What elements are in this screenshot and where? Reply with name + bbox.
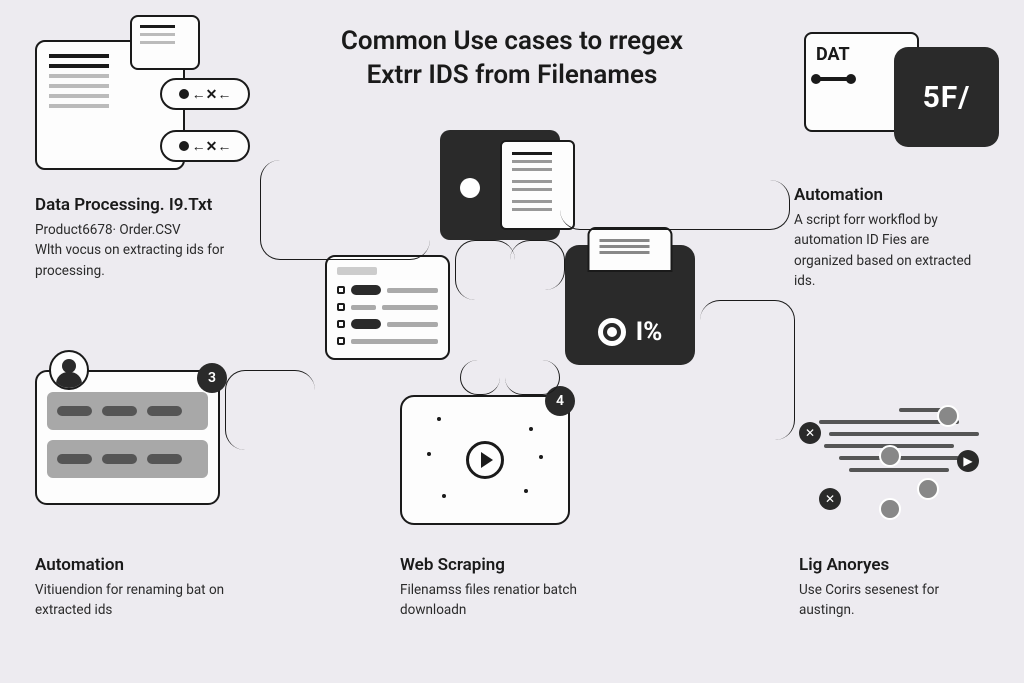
data-processing-sub: Product6678· Order.CSV xyxy=(35,220,275,240)
automation-top-icon-group: DAT 5F/ xyxy=(804,22,999,157)
automation-bottom-heading: Automation xyxy=(35,555,245,575)
title-line2: Extrr IDS from Filenames xyxy=(367,60,658,90)
connector-line xyxy=(700,300,795,440)
dat-label: DAT xyxy=(816,44,850,65)
play-button-icon xyxy=(466,441,504,479)
data-processing-block: Data Processing. I9.Txt Product6678· Ord… xyxy=(35,195,275,281)
connector-line xyxy=(260,160,430,260)
data-processing-heading: Data Processing. I9.Txt xyxy=(35,195,275,215)
connector-line xyxy=(510,240,565,290)
tag-pill-icon: ←✕← xyxy=(160,78,250,110)
title-line1: Common Use cases to rregex xyxy=(341,26,683,56)
printer-label: I% xyxy=(636,317,663,347)
connector-line xyxy=(460,360,500,395)
web-scraping-heading: Web Scraping xyxy=(400,555,610,575)
connector-line xyxy=(560,180,790,230)
server-document-icon xyxy=(440,130,560,240)
log-analysis-heading: Lig Anoryes xyxy=(799,555,989,575)
log-analysis-desc: Use Corirs sesenest for austingn. xyxy=(799,580,989,621)
printer-icon: I% xyxy=(565,245,695,365)
connector-line xyxy=(455,240,515,300)
tag-pill-icon: ←✕← xyxy=(160,130,250,162)
automation-top-block: Automation A script forr workflod by aut… xyxy=(794,185,989,291)
web-scraping-desc: Filenamss files renatior batch downloadn xyxy=(400,580,610,621)
media-play-card-icon xyxy=(400,395,570,525)
avatar-icon xyxy=(49,350,89,390)
document-card-small-icon xyxy=(130,15,200,70)
connector-line xyxy=(225,370,315,450)
automation-bottom-block: Automation Vitiuendion for renaming bat … xyxy=(35,555,245,621)
web-scraping-block: Web Scraping Filenamss files renatior ba… xyxy=(400,555,610,621)
automation-top-heading: Automation xyxy=(794,185,989,205)
step-badge-3: 3 xyxy=(197,363,227,393)
user-queue-card-icon xyxy=(35,370,220,505)
checklist-card-icon xyxy=(325,255,450,360)
code-text: 5F/ xyxy=(923,80,971,115)
data-processing-desc: Wlth vocus on extracting ids for process… xyxy=(35,240,275,281)
network-lines-icon: ✕ ▶ ✕ xyxy=(799,400,989,520)
automation-top-desc: A script forr workflod by automation ID … xyxy=(794,210,989,291)
diagram-title: Common Use cases to rregex Extrr IDS fro… xyxy=(262,25,762,93)
automation-bottom-desc: Vitiuendion for renaming bat on extracte… xyxy=(35,580,245,621)
step-badge-4: 4 xyxy=(545,386,575,416)
code-badge-icon: 5F/ xyxy=(894,47,999,147)
log-analysis-block: Lig Anoryes Use Corirs sesenest for aust… xyxy=(799,555,989,621)
